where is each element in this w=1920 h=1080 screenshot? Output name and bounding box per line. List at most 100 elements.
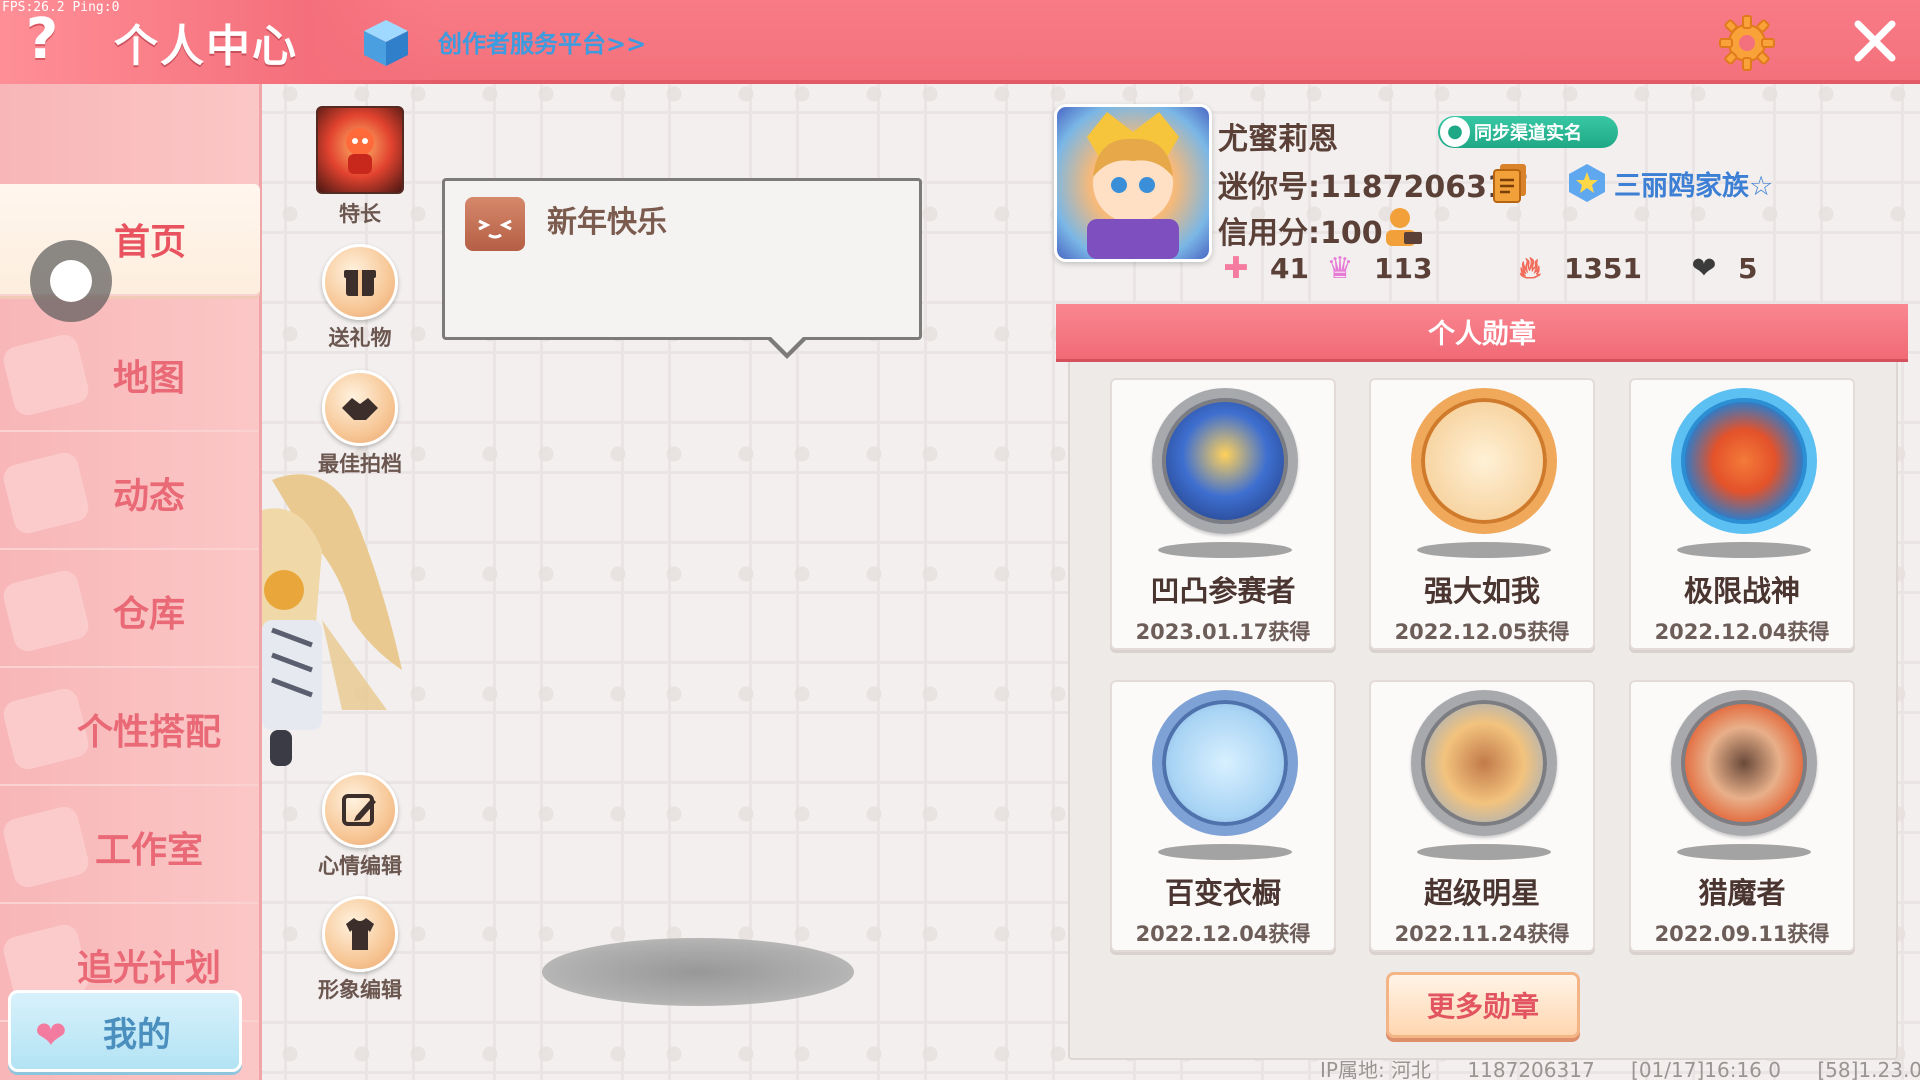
medal-name: 超级明星 [1423,876,1540,910]
credit-score: 信用分:100 [1218,216,1383,251]
medal-badge-icon [1671,690,1817,836]
top-bar: FPS:26.2 Ping:0 ? 个人中心 创作者服务平台>> [0,0,1920,84]
specialty-label: 特长 [339,202,381,226]
medal-date: 2022.11.24获得 [1394,922,1570,946]
sidebar-item-label: 仓库 [112,594,185,635]
medal-header: 个人勋章 [1056,304,1908,362]
mini-id: 迷你号:1187206317 [1218,170,1529,205]
sidebar-item-feed[interactable]: 动态 [0,438,258,550]
best-partner-action[interactable]: 最佳拍档 [305,370,415,478]
medal-name: 凹凸参赛者 [1150,574,1296,608]
fans-stat[interactable]: ♛ 113 [1320,248,1433,288]
family-name[interactable]: 三丽鸥家族☆ [1614,164,1773,203]
medal-card[interactable]: 百变衣橱 2022.12.04获得 [1110,680,1336,952]
badge-shadow [1417,542,1551,558]
outfit-edit-icon [322,896,398,972]
heart-icon: ❤ [1691,250,1717,286]
mood-edit-action[interactable]: 心情编辑 [305,772,415,880]
medal-card[interactable]: 极限战神 2022.12.04获得 [1629,378,1855,650]
version-info: [58]1.23.0 [1817,1058,1920,1080]
badge-shadow [1417,844,1551,860]
help-icon[interactable]: ? [18,10,66,70]
medal-date: 2022.12.05获得 [1394,620,1570,644]
medal-badge-icon [1411,690,1557,836]
copy-icon[interactable] [1492,162,1528,204]
heat-stat[interactable]: 🔥︎ 1351 [1510,248,1642,288]
sync-real-name-button[interactable]: ● 同步渠道实名 [1438,116,1618,148]
handshake-icon [322,370,398,446]
more-medals-button[interactable]: 更多勋章 [1386,972,1580,1038]
specialty-action[interactable]: 特长 [305,106,415,228]
footer-info: IP属地: 河北 1187206317 [01/17]16:16 0 [58]1… [1320,1054,1920,1080]
badge-shadow [1158,542,1292,558]
avatar[interactable] [1054,104,1212,262]
badge-shadow [1677,542,1811,558]
player-character [262,474,402,766]
sidebar-item-label: 工作室 [94,830,203,871]
family-icon[interactable] [1566,162,1608,204]
sidebar-item-warehouse[interactable]: 仓库 [0,556,258,668]
medal-card[interactable]: 强大如我 2022.12.05获得 [1369,378,1595,650]
sidebar-item-label: 动态 [112,476,185,517]
medal-date: 2023.01.17获得 [1135,620,1311,644]
sync-label: 同步渠道实名 [1474,123,1582,144]
fire-icon: 🔥︎ [1518,250,1542,286]
badge-shadow [1158,844,1292,860]
medal-badge-icon [1671,388,1817,534]
sidebar-item-label: 个性搭配 [76,712,221,753]
sidebar-item-label: 地图 [112,358,185,399]
medal-card[interactable]: 超级明星 2022.11.24获得 [1369,680,1595,952]
footer-uid: 1187206317 [1467,1058,1595,1080]
image-edit-label: 形象编辑 [318,978,402,1002]
character-shadow [542,938,854,1006]
gift-icon [322,244,398,320]
cube-icon[interactable] [362,18,410,68]
fans-icon: ♛ [1326,250,1354,286]
likes-stat[interactable]: ❤ 5 [1684,248,1757,288]
mood-text: 新年快乐 [547,205,667,240]
badge-shadow [1677,844,1811,860]
mood-edit-label: 心情编辑 [318,854,402,878]
medal-card[interactable]: 凹凸参赛者 2023.01.17获得 [1110,378,1336,650]
heat-count: 1351 [1564,251,1642,285]
sidebar-item-studio[interactable]: 工作室 [0,792,258,904]
gift-stat[interactable]: ✚ 41 [1216,248,1309,288]
heart-icon: ❤ [35,1013,67,1057]
gift-count-icon: ✚ [1223,250,1249,286]
fans-count: 113 [1374,251,1433,285]
ip-location: IP属地: 河北 [1320,1058,1432,1080]
page-title: 个人中心 [114,21,298,72]
bubble-tail [765,334,809,359]
medal-card[interactable]: 猎魔者 2022.09.11获得 [1629,680,1855,952]
send-gift-action[interactable]: 送礼物 [305,244,415,352]
sidebar-item-map[interactable]: 地图 [0,320,258,432]
creator-platform-link[interactable]: 创作者服务平台>> [438,24,646,59]
sidebar: 首页 地图 动态 仓库 个性搭配 工作室 追光计划 [0,84,262,1080]
medal-date: 2022.12.04获得 [1654,620,1830,644]
mood-face-icon [465,197,525,251]
nickname: 尤蜜莉恩 [1218,122,1338,157]
medal-name: 猎魔者 [1698,876,1786,910]
my-button[interactable]: ❤ 我的 [8,990,242,1072]
medal-date: 2022.09.11获得 [1654,922,1830,946]
credit-info-icon[interactable] [1380,206,1424,248]
medal-badge-icon [1411,388,1557,534]
image-edit-action[interactable]: 形象编辑 [305,896,415,1004]
medal-date: 2022.12.04获得 [1135,922,1311,946]
specialty-icon [316,106,404,194]
likes-count: 5 [1738,251,1758,285]
medal-name: 极限战神 [1683,574,1800,608]
close-icon[interactable] [1850,16,1900,66]
sidebar-item-outfit[interactable]: 个性搭配 [0,674,258,786]
send-gift-label: 送礼物 [328,326,392,350]
medal-badge-icon [1152,388,1298,534]
gift-count: 41 [1270,251,1309,285]
floating-record-button[interactable] [30,240,112,322]
edit-icon [322,772,398,848]
medal-name: 百变衣橱 [1164,876,1281,910]
gear-icon[interactable] [1718,14,1776,72]
build-info: [01/17]16:16 0 [1631,1058,1781,1080]
my-button-label: 我的 [103,1014,171,1055]
medal-badge-icon [1152,690,1298,836]
user-icon: ● [1440,117,1470,147]
